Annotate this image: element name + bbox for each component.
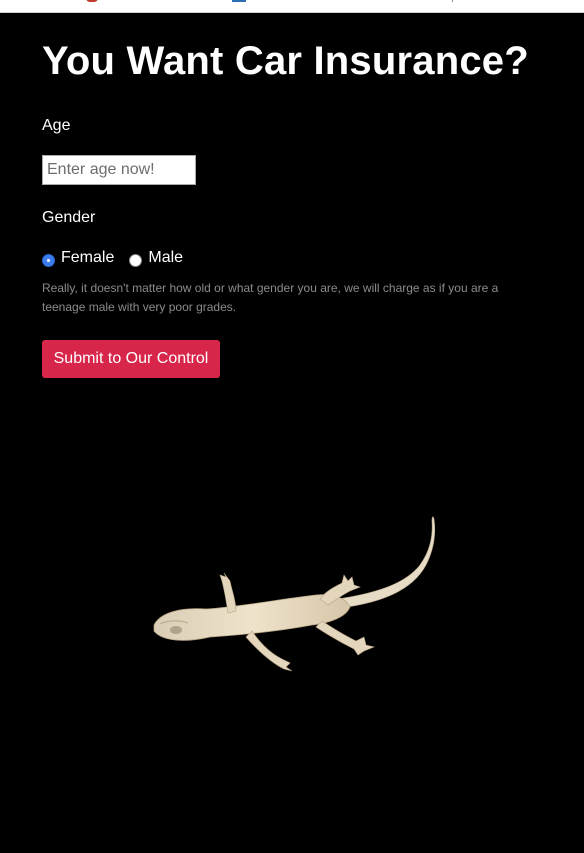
- female-radio-label[interactable]: Female: [61, 249, 114, 267]
- male-radio[interactable]: [129, 253, 143, 267]
- top-strip-mark: [86, 0, 98, 2]
- female-radio[interactable]: [42, 253, 55, 267]
- top-browser-strip: [0, 0, 584, 13]
- top-strip-mark: [452, 0, 453, 2]
- submit-button[interactable]: Submit to Our Control: [42, 340, 220, 378]
- age-input[interactable]: [42, 155, 196, 185]
- help-text: Really, it doesn't matter how old or wha…: [42, 281, 499, 314]
- page-title: You Want Car Insurance?: [42, 39, 529, 83]
- insurance-page: You Want Car Insurance? Age Gender Femal…: [0, 13, 584, 853]
- gender-label: Gender: [42, 209, 96, 226]
- top-strip-mark: [232, 0, 246, 2]
- gecko-image: [153, 516, 436, 672]
- male-radio-label[interactable]: Male: [148, 249, 183, 267]
- gender-radio-group: Female Male: [42, 249, 183, 267]
- age-label: Age: [42, 117, 71, 134]
